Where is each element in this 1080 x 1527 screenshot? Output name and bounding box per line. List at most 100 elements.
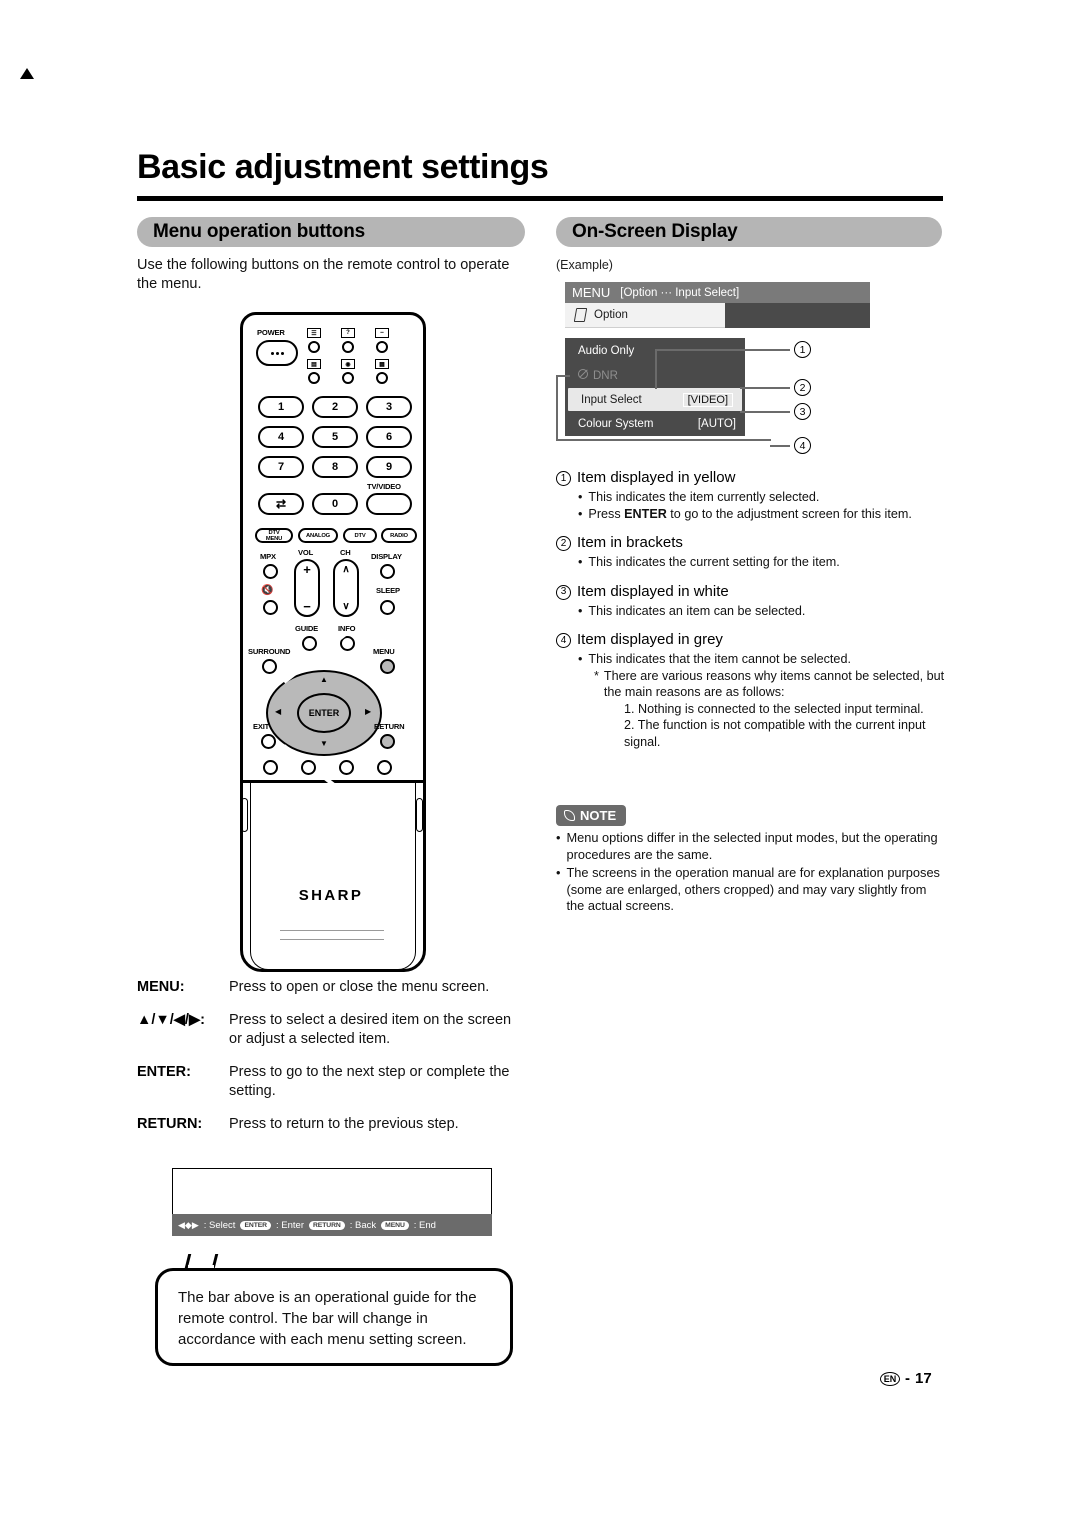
display-label: DISPLAY <box>371 552 402 561</box>
numeric-key-1[interactable]: 1 <box>258 396 304 418</box>
mute-icon: 🔇 <box>261 585 274 596</box>
bullet-dot-icon: • <box>578 652 583 666</box>
page-number: 17 <box>915 1370 932 1387</box>
numeric-key-0[interactable]: 0 <box>312 493 358 515</box>
prohibited-icon <box>578 369 588 379</box>
callout-number-3: 3 <box>794 403 811 420</box>
connector-vertical-4 <box>556 375 558 440</box>
explanation-number-1: 1 <box>556 471 571 486</box>
explanation-number-4: 4 <box>556 633 571 648</box>
osd-item-colour-system-label: Colour System <box>578 417 654 430</box>
display-button[interactable] <box>380 564 395 579</box>
sleep-button[interactable] <box>380 600 395 615</box>
dpad-up-arrow-icon[interactable]: ▲ <box>320 676 328 684</box>
colour-button-green[interactable] <box>301 760 316 775</box>
analog-button[interactable]: ANALOG <box>298 528 338 543</box>
numeric-key-6[interactable]: 6 <box>366 426 412 448</box>
guide-button[interactable] <box>302 636 317 651</box>
callout-number-1: 1 <box>794 341 811 358</box>
page-title: Basic adjustment settings <box>137 148 549 186</box>
flashback-button[interactable]: ⇄ <box>258 493 304 515</box>
guide-return-chip: RETURN <box>309 1220 345 1230</box>
colour-button-red[interactable] <box>263 760 278 775</box>
key-legend-key-arrows: ▲/▼/◀/▶: <box>137 1012 205 1028</box>
guide-enter-chip: ENTER <box>240 1220 271 1230</box>
explanation-bullet-4a: • This indicates that the item cannot be… <box>578 652 851 666</box>
dtv-menu-button[interactable]: DTV MENU <box>255 528 293 543</box>
osd-item-colour-system[interactable]: Colour System [AUTO] <box>565 411 745 436</box>
explanation-item-2: 2 Item in brackets • This indicates the … <box>556 533 946 571</box>
key-legend-key-return: RETURN: <box>137 1116 203 1132</box>
note-bullet-2: • The screens in the operation manual ar… <box>556 865 940 913</box>
numeric-key-5[interactable]: 5 <box>312 426 358 448</box>
colour-button-yellow[interactable] <box>339 760 354 775</box>
bullet-dot-icon: • <box>578 555 583 569</box>
osd-item-colour-system-value: [AUTO] <box>697 417 736 430</box>
subtitle-button[interactable] <box>376 341 388 353</box>
volume-up-label: + <box>303 562 311 577</box>
example-label: (Example) <box>556 258 613 272</box>
power-button[interactable] <box>256 340 298 366</box>
osd-callouts: 1 2 3 4 <box>770 330 890 460</box>
explanation-numbered-2: 2. The function is not compatible with t… <box>624 718 926 749</box>
explanation-bullet-2a: • This indicates the current setting for… <box>578 555 840 569</box>
split-screen-button[interactable] <box>308 372 320 384</box>
dpad-right-arrow-icon[interactable]: ▶ <box>365 708 371 716</box>
mute-button[interactable] <box>263 600 278 615</box>
menu-button[interactable] <box>380 659 395 674</box>
exit-button[interactable] <box>261 734 276 749</box>
hold-button[interactable] <box>342 372 354 384</box>
numeric-key-4[interactable]: 4 <box>258 426 304 448</box>
osd-item-input-select-value: [VIDEO] <box>682 392 733 407</box>
colour-button-blue[interactable] <box>377 760 392 775</box>
sleep-label: SLEEP <box>376 586 400 595</box>
explanation-number-2: 2 <box>556 536 571 551</box>
osd-title-path: [Option ··· Input Select] <box>620 286 740 299</box>
teletext-button[interactable] <box>308 341 320 353</box>
osd-tab-blank <box>725 303 870 328</box>
numeric-key-3[interactable]: 3 <box>366 396 412 418</box>
guide-label: GUIDE <box>295 624 319 633</box>
numeric-key-7[interactable]: 7 <box>258 456 304 478</box>
dpad[interactable]: ▲ ▼ ◀ ▶ ENTER <box>266 631 382 797</box>
index-button[interactable] <box>376 372 388 384</box>
tv-video-button[interactable] <box>366 493 412 515</box>
osd-tab-option[interactable]: Option <box>565 303 725 328</box>
section-heading-on-screen-display: On-Screen Display <box>556 217 942 247</box>
operational-guide-bar: ◀◆▶ : Select ENTER : Enter RETURN : Back… <box>172 1214 492 1236</box>
osd-titlebar: MENU [Option ··· Input Select] <box>565 282 870 303</box>
key-legend-desc-menu: Press to open or close the menu screen. <box>229 979 490 995</box>
radio-button[interactable]: RADIO <box>381 528 417 543</box>
osd-item-dnr-label: DNR <box>593 370 618 382</box>
callout-number-2: 2 <box>794 379 811 396</box>
numeric-key-2[interactable]: 2 <box>312 396 358 418</box>
bullet-dot-icon: • <box>578 490 583 504</box>
ch-label: CH <box>340 548 351 557</box>
explanation-number-3: 3 <box>556 584 571 600</box>
tv-video-label: TV/VIDEO <box>367 482 401 491</box>
dtv-button[interactable]: DTV <box>343 528 377 543</box>
section-heading-menu-operation-buttons: Menu operation buttons <box>137 217 525 247</box>
key-legend-row-enter: ENTER: Press to go to the next step or c… <box>137 1063 527 1101</box>
enter-button[interactable]: ENTER <box>297 693 351 733</box>
page-footer: EN - 17 <box>880 1370 932 1387</box>
explanation-item-4: 4 Item displayed in grey • This indicate… <box>556 630 946 750</box>
connector-horizontal-3 <box>740 411 772 413</box>
dpad-left-arrow-icon[interactable]: ◀ <box>275 708 281 716</box>
guide-back-label: : Back <box>349 1219 377 1231</box>
return-button[interactable] <box>380 734 395 749</box>
osd-item-input-select-label: Input Select <box>581 393 642 406</box>
volume-rocker[interactable]: + − <box>294 559 320 617</box>
numeric-key-9[interactable]: 9 <box>366 456 412 478</box>
mpx-button[interactable] <box>263 564 278 579</box>
dpad-down-arrow-icon[interactable]: ▼ <box>320 740 328 748</box>
key-legend-list: MENU: Press to open or close the menu sc… <box>137 978 527 1148</box>
numeric-key-8[interactable]: 8 <box>312 456 358 478</box>
intro-paragraph: Use the following buttons on the remote … <box>137 257 510 292</box>
reveal-button[interactable] <box>342 341 354 353</box>
osd-item-input-select[interactable]: Input Select [VIDEO] <box>568 388 742 411</box>
key-legend-desc-return: Press to return to the previous step. <box>229 1116 459 1132</box>
title-divider <box>137 196 943 201</box>
osd-tab-option-label: Option <box>594 309 628 321</box>
channel-rocker[interactable]: ∧ ∨ <box>333 559 359 617</box>
